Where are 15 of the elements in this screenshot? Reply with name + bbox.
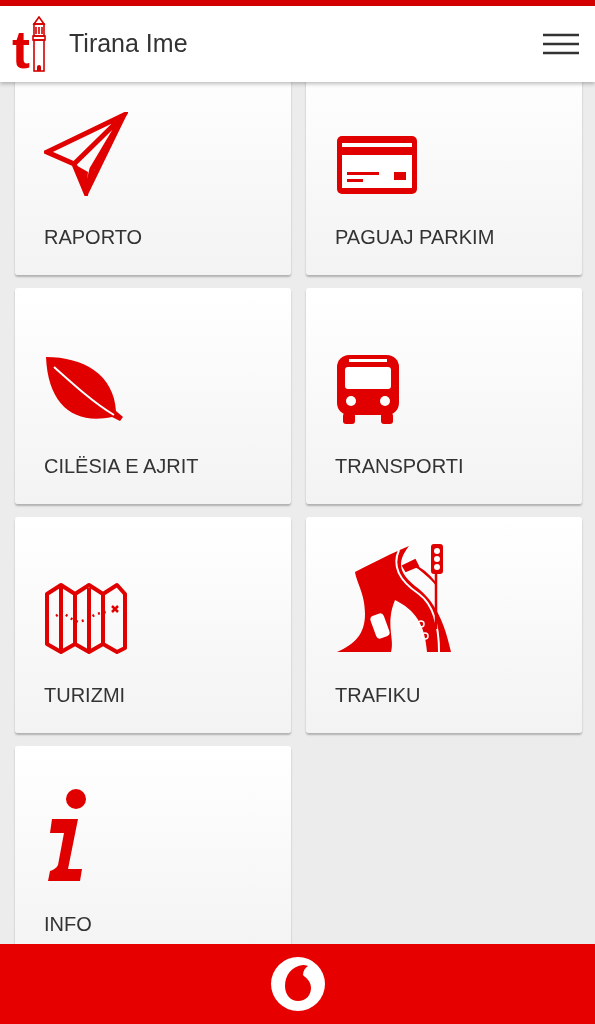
menu-tile[interactable]: INFO: [15, 746, 291, 944]
menu-tile[interactable]: TURIZMI: [15, 517, 291, 733]
app-title: Tirana Ime: [69, 28, 188, 60]
tower-icon: [31, 16, 47, 72]
paper-plane-icon: [44, 112, 128, 196]
credit-card-icon: [335, 134, 419, 196]
logo-letter: t: [12, 26, 30, 72]
menu-tile[interactable]: RAPORTO: [15, 82, 291, 275]
menu-tile[interactable]: CILËSIA E AJRIT: [15, 288, 291, 504]
menu-tile[interactable]: TRANSPORTI: [306, 288, 582, 504]
folded-map-icon: [44, 582, 128, 654]
bus-icon: [335, 353, 401, 425]
menu-tile[interactable]: PAGUAJ PARKIM: [306, 82, 582, 275]
logo-icon: [269, 956, 326, 1012]
menu-tile[interactable]: TRAFIKU: [306, 517, 582, 733]
